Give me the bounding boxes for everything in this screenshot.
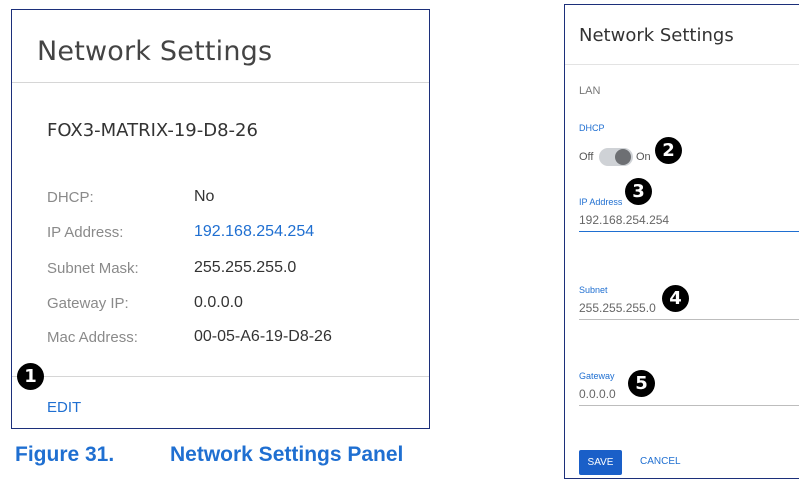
device-name: FOX3-MATRIX-19-D8-26 bbox=[47, 120, 258, 141]
callout-3: 3 bbox=[625, 178, 652, 205]
edit-button[interactable]: EDIT bbox=[47, 399, 81, 416]
edit-panel-title: Network Settings bbox=[579, 25, 734, 46]
callout-1: 1 bbox=[17, 363, 44, 390]
subnet-mask-value: 255.255.255.0 bbox=[194, 259, 297, 276]
ip-address-label: IP Address: bbox=[47, 224, 124, 241]
dhcp-label: DHCP: bbox=[47, 189, 94, 206]
dhcp-label: DHCP bbox=[579, 123, 605, 133]
lan-section-label: LAN bbox=[579, 85, 601, 97]
network-settings-edit-panel: Network Settings LAN DHCP Off On IP Addr… bbox=[564, 4, 799, 479]
subnet-input[interactable] bbox=[579, 297, 799, 320]
footer-divider bbox=[12, 376, 429, 377]
gateway-input[interactable] bbox=[579, 383, 799, 406]
callout-4: 4 bbox=[662, 285, 689, 312]
callout-5: 5 bbox=[628, 370, 655, 397]
save-button[interactable]: SAVE bbox=[579, 450, 622, 475]
figure-number: Figure 31. bbox=[15, 443, 115, 466]
dhcp-toggle[interactable] bbox=[599, 148, 633, 166]
callout-2: 2 bbox=[655, 137, 682, 164]
mac-address-label: Mac Address: bbox=[47, 329, 138, 346]
dhcp-off-label: Off bbox=[579, 151, 594, 163]
dhcp-value: No bbox=[194, 188, 215, 205]
gateway-ip-label: Gateway IP: bbox=[47, 295, 129, 312]
ip-address-value[interactable]: 192.168.254.254 bbox=[194, 223, 314, 241]
title-divider bbox=[12, 82, 429, 83]
figure-title: Network Settings Panel bbox=[170, 443, 404, 466]
cancel-button[interactable]: CANCEL bbox=[640, 456, 681, 467]
edit-title-divider bbox=[565, 64, 799, 65]
ip-address-field-label: IP Address bbox=[579, 197, 623, 207]
toggle-knob bbox=[615, 149, 631, 165]
mac-address-value: 00-05-A6-19-D8-26 bbox=[194, 328, 332, 345]
network-settings-view-panel: Network Settings FOX3-MATRIX-19-D8-26 DH… bbox=[11, 9, 430, 429]
page-title: Network Settings bbox=[37, 36, 273, 67]
ip-address-input[interactable] bbox=[579, 209, 799, 232]
gateway-ip-value: 0.0.0.0 bbox=[194, 294, 243, 311]
dhcp-on-label: On bbox=[636, 151, 651, 163]
subnet-field-label: Subnet bbox=[579, 285, 608, 295]
subnet-mask-label: Subnet Mask: bbox=[47, 260, 139, 277]
gateway-field-label: Gateway bbox=[579, 371, 615, 381]
figure-caption: Figure 31. Network Settings Panel bbox=[15, 443, 403, 467]
